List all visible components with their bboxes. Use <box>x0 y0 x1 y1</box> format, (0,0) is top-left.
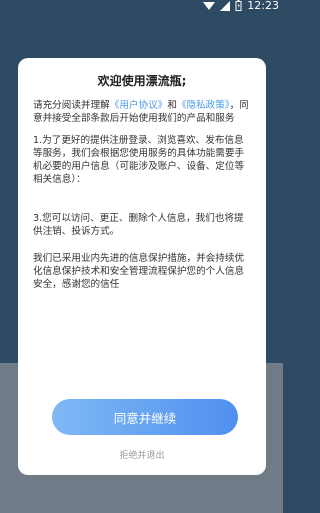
section-3-text: 3.您可以访问、更正、删除个人信息，我们也将提供注销、投诉方式。 <box>33 213 244 237</box>
dialog-title: 欢迎使用漂流瓶; <box>97 74 187 88</box>
status-bar: 12:23 <box>0 0 283 14</box>
status-time: 12:23 <box>247 0 279 12</box>
battery-icon <box>235 0 242 11</box>
closing-text: 我们已采用业内先进的信息保护措施，并会持续优化信息保护技术和安全管理流程保护您的… <box>33 253 245 290</box>
user-agreement-link[interactable]: 《用户协议》 <box>110 100 168 111</box>
signal-icon <box>220 0 231 11</box>
intro-and: 和 <box>167 100 177 111</box>
section-1-text: 1.为了更好的提供注册登录、浏览喜欢、发布信息等服务，我们会根据您使用服务的具体… <box>33 135 245 185</box>
reject-exit-link[interactable]: 拒绝并退出 <box>18 448 266 461</box>
wifi-icon <box>203 1 216 11</box>
privacy-dialog: 欢迎使用漂流瓶; 请充分阅读并理解《用户协议》和《隐私政策》，同意并接受全部条款… <box>18 58 266 475</box>
privacy-policy-link[interactable]: 《隐私政策》 <box>177 100 230 111</box>
agree-continue-button[interactable]: 同意并继续 <box>52 399 238 435</box>
intro-paragraph: 请充分阅读并理解《用户协议》和《隐私政策》，同意并接受全部条款后开始使用我们的产… <box>33 99 251 125</box>
intro-text-1: 请充分阅读并理解 <box>33 100 110 111</box>
